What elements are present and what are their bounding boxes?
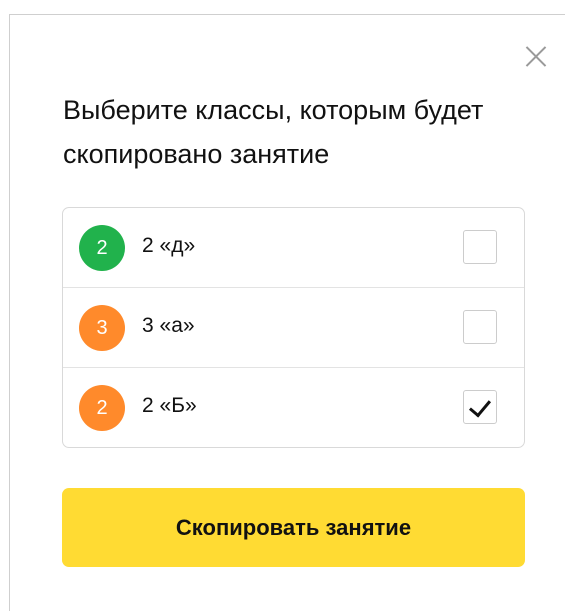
list-item-class-3a[interactable]: 3 3 «а»: [63, 288, 524, 368]
checkmark-icon: [468, 394, 492, 418]
class-label: 2 «д»: [142, 234, 196, 257]
class-label: 2 «Б»: [142, 394, 197, 417]
copy-lesson-dialog: Выберите классы, которым будет скопирова…: [9, 14, 565, 611]
copy-lesson-button[interactable]: Скопировать занятие: [62, 488, 525, 567]
dialog-title: Выберите классы, которым будет скопирова…: [63, 95, 484, 169]
class-list: 2 2 «д» 3 3 «а» 2 2 «Б»: [62, 207, 525, 448]
class-checkbox[interactable]: [463, 390, 497, 424]
class-badge: 2: [79, 225, 125, 271]
class-checkbox[interactable]: [463, 230, 497, 264]
class-badge: 2: [79, 385, 125, 431]
class-checkbox[interactable]: [463, 310, 497, 344]
class-label: 3 «а»: [142, 314, 195, 337]
list-item-class-2d[interactable]: 2 2 «д»: [63, 208, 524, 288]
class-badge: 3: [79, 305, 125, 351]
page: Выберите классы, которым будет скопирова…: [0, 0, 565, 611]
list-item-class-2b[interactable]: 2 2 «Б»: [63, 368, 524, 447]
close-icon[interactable]: [525, 45, 547, 67]
